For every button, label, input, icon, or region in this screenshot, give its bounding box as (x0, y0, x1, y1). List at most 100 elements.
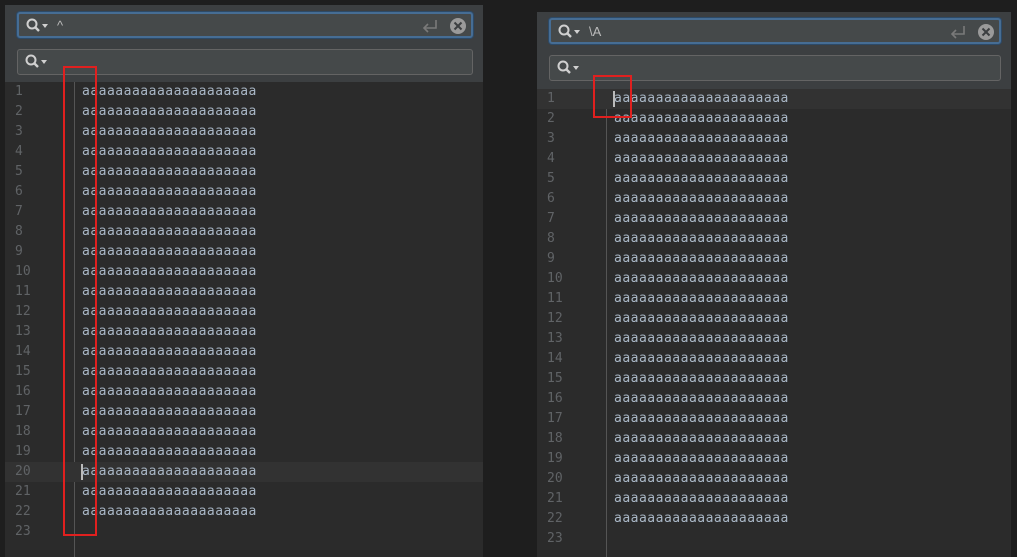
editor-line[interactable]: 19 aaaaaaaaaaaaaaaaaaaaa (537, 449, 1011, 469)
editor-line[interactable]: 15 aaaaaaaaaaaaaaaaaaaaa (5, 362, 483, 382)
line-text[interactable]: aaaaaaaaaaaaaaaaaaaaa (82, 382, 257, 402)
editor-line[interactable]: 5 aaaaaaaaaaaaaaaaaaaaa (537, 169, 1011, 189)
search-query-text[interactable]: \A (589, 22, 601, 42)
editor-line[interactable]: 18 aaaaaaaaaaaaaaaaaaaaa (5, 422, 483, 442)
enter-return-icon[interactable] (421, 18, 439, 34)
editor-line[interactable]: 21 aaaaaaaaaaaaaaaaaaaaa (537, 489, 1011, 509)
line-text[interactable]: aaaaaaaaaaaaaaaaaaaaa (614, 489, 789, 509)
line-text[interactable]: aaaaaaaaaaaaaaaaaaaaa (614, 229, 789, 249)
line-text[interactable]: aaaaaaaaaaaaaaaaaaaaa (82, 202, 257, 222)
code-editor[interactable]: 1 aaaaaaaaaaaaaaaaaaaaa 2 aaaaaaaaaaaaaaaaa… (5, 82, 483, 557)
line-text[interactable]: aaaaaaaaaaaaaaaaaaaaa (82, 302, 257, 322)
editor-line[interactable]: 20 aaaaaaaaaaaaaaaaaaaaa (5, 462, 483, 482)
line-text[interactable]: aaaaaaaaaaaaaaaaaaaaa (614, 429, 789, 449)
editor-line[interactable]: 20 aaaaaaaaaaaaaaaaaaaaa (537, 469, 1011, 489)
line-text[interactable]: aaaaaaaaaaaaaaaaaaaaa (614, 409, 789, 429)
replace-field[interactable] (17, 49, 473, 75)
search-field[interactable]: ^ (17, 12, 473, 38)
editor-line[interactable]: 12 aaaaaaaaaaaaaaaaaaaaa (537, 309, 1011, 329)
editor-line[interactable]: 16 aaaaaaaaaaaaaaaaaaaaa (5, 382, 483, 402)
editor-line[interactable]: 19 aaaaaaaaaaaaaaaaaaaaa (5, 442, 483, 462)
line-text[interactable]: aaaaaaaaaaaaaaaaaaaaa (82, 482, 257, 502)
line-text[interactable]: aaaaaaaaaaaaaaaaaaaaa (82, 342, 257, 362)
search-options-icon[interactable] (25, 17, 51, 35)
code-editor[interactable]: 1 aaaaaaaaaaaaaaaaaaaaa 2 aaaaaaaaaaaaaaaaa… (537, 89, 1011, 557)
editor-line[interactable]: 1 aaaaaaaaaaaaaaaaaaaaa (537, 89, 1011, 109)
line-text[interactable]: aaaaaaaaaaaaaaaaaaaaa (614, 469, 789, 489)
editor-line[interactable]: 23 (537, 529, 1011, 549)
editor-line[interactable]: 5 aaaaaaaaaaaaaaaaaaaaa (5, 162, 483, 182)
line-text[interactable]: aaaaaaaaaaaaaaaaaaaaa (82, 362, 257, 382)
line-text[interactable]: aaaaaaaaaaaaaaaaaaaaa (614, 369, 789, 389)
line-text[interactable]: aaaaaaaaaaaaaaaaaaaaa (82, 142, 257, 162)
editor-line[interactable]: 3 aaaaaaaaaaaaaaaaaaaaa (5, 122, 483, 142)
line-text[interactable]: aaaaaaaaaaaaaaaaaaaaa (614, 149, 789, 169)
editor-line[interactable]: 11 aaaaaaaaaaaaaaaaaaaaa (5, 282, 483, 302)
line-text[interactable]: aaaaaaaaaaaaaaaaaaaaa (614, 169, 789, 189)
editor-line[interactable]: 3 aaaaaaaaaaaaaaaaaaaaa (537, 129, 1011, 149)
line-text[interactable]: aaaaaaaaaaaaaaaaaaaaa (82, 222, 257, 242)
replace-field[interactable] (549, 55, 1001, 81)
line-text[interactable]: aaaaaaaaaaaaaaaaaaaaa (82, 282, 257, 302)
editor-line[interactable]: 11 aaaaaaaaaaaaaaaaaaaaa (537, 289, 1011, 309)
editor-line[interactable]: 10 aaaaaaaaaaaaaaaaaaaaa (537, 269, 1011, 289)
editor-line[interactable]: 23 (5, 522, 483, 542)
editor-line[interactable]: 13 aaaaaaaaaaaaaaaaaaaaa (537, 329, 1011, 349)
editor-line[interactable]: 8 aaaaaaaaaaaaaaaaaaaaa (537, 229, 1011, 249)
line-text[interactable]: aaaaaaaaaaaaaaaaaaaaa (614, 89, 789, 109)
editor-line[interactable]: 9 aaaaaaaaaaaaaaaaaaaaa (537, 249, 1011, 269)
line-text[interactable]: aaaaaaaaaaaaaaaaaaaaa (614, 209, 789, 229)
editor-line[interactable]: 14 aaaaaaaaaaaaaaaaaaaaa (537, 349, 1011, 369)
editor-line[interactable]: 17 aaaaaaaaaaaaaaaaaaaaa (5, 402, 483, 422)
editor-line[interactable]: 9 aaaaaaaaaaaaaaaaaaaaa (5, 242, 483, 262)
editor-line[interactable]: 2 aaaaaaaaaaaaaaaaaaaaa (5, 102, 483, 122)
editor-line[interactable]: 6 aaaaaaaaaaaaaaaaaaaaa (537, 189, 1011, 209)
line-text[interactable]: aaaaaaaaaaaaaaaaaaaaa (82, 502, 257, 522)
line-text[interactable]: aaaaaaaaaaaaaaaaaaaaa (614, 509, 789, 529)
editor-line[interactable]: 18 aaaaaaaaaaaaaaaaaaaaa (537, 429, 1011, 449)
line-text[interactable]: aaaaaaaaaaaaaaaaaaaaa (614, 109, 789, 129)
search-options-icon[interactable] (556, 59, 582, 77)
line-text[interactable]: aaaaaaaaaaaaaaaaaaaaa (614, 449, 789, 469)
editor-line[interactable]: 14 aaaaaaaaaaaaaaaaaaaaa (5, 342, 483, 362)
search-options-icon[interactable] (24, 53, 50, 71)
editor-line[interactable]: 7 aaaaaaaaaaaaaaaaaaaaa (537, 209, 1011, 229)
line-text[interactable]: aaaaaaaaaaaaaaaaaaaaa (82, 322, 257, 342)
editor-line[interactable]: 4 aaaaaaaaaaaaaaaaaaaaa (537, 149, 1011, 169)
line-text[interactable]: aaaaaaaaaaaaaaaaaaaaa (614, 249, 789, 269)
line-text[interactable]: aaaaaaaaaaaaaaaaaaaaa (82, 242, 257, 262)
line-text[interactable]: aaaaaaaaaaaaaaaaaaaaa (82, 442, 257, 462)
editor-line[interactable]: 15 aaaaaaaaaaaaaaaaaaaaa (537, 369, 1011, 389)
editor-line[interactable]: 12 aaaaaaaaaaaaaaaaaaaaa (5, 302, 483, 322)
line-text[interactable]: aaaaaaaaaaaaaaaaaaaaa (82, 162, 257, 182)
editor-line[interactable]: 21 aaaaaaaaaaaaaaaaaaaaa (5, 482, 483, 502)
line-text[interactable]: aaaaaaaaaaaaaaaaaaaaa (614, 309, 789, 329)
clear-circle-icon[interactable] (977, 23, 995, 41)
line-text[interactable]: aaaaaaaaaaaaaaaaaaaaa (614, 129, 789, 149)
search-options-icon[interactable] (557, 23, 583, 41)
editor-line[interactable]: 22 aaaaaaaaaaaaaaaaaaaaa (5, 502, 483, 522)
line-text[interactable]: aaaaaaaaaaaaaaaaaaaaa (614, 389, 789, 409)
line-text[interactable]: aaaaaaaaaaaaaaaaaaaaa (82, 102, 257, 122)
line-text[interactable]: aaaaaaaaaaaaaaaaaaaaa (82, 82, 257, 102)
editor-line[interactable]: 4 aaaaaaaaaaaaaaaaaaaaa (5, 142, 483, 162)
editor-line[interactable]: 2 aaaaaaaaaaaaaaaaaaaaa (537, 109, 1011, 129)
line-text[interactable]: aaaaaaaaaaaaaaaaaaaaa (82, 402, 257, 422)
editor-line[interactable]: 10 aaaaaaaaaaaaaaaaaaaaa (5, 262, 483, 282)
line-text[interactable]: aaaaaaaaaaaaaaaaaaaaa (82, 182, 257, 202)
line-text[interactable]: aaaaaaaaaaaaaaaaaaaaa (614, 189, 789, 209)
line-text[interactable]: aaaaaaaaaaaaaaaaaaaaa (614, 289, 789, 309)
editor-line[interactable]: 7 aaaaaaaaaaaaaaaaaaaaa (5, 202, 483, 222)
editor-line[interactable]: 13 aaaaaaaaaaaaaaaaaaaaa (5, 322, 483, 342)
line-text[interactable]: aaaaaaaaaaaaaaaaaaaaa (82, 462, 257, 482)
line-text[interactable]: aaaaaaaaaaaaaaaaaaaaa (614, 349, 789, 369)
editor-line[interactable]: 6 aaaaaaaaaaaaaaaaaaaaa (5, 182, 483, 202)
editor-line[interactable]: 22 aaaaaaaaaaaaaaaaaaaaa (537, 509, 1011, 529)
enter-return-icon[interactable] (949, 24, 967, 40)
line-text[interactable]: aaaaaaaaaaaaaaaaaaaaa (82, 262, 257, 282)
line-text[interactable]: aaaaaaaaaaaaaaaaaaaaa (82, 122, 257, 142)
line-text[interactable]: aaaaaaaaaaaaaaaaaaaaa (82, 422, 257, 442)
search-field[interactable]: \A (549, 18, 1001, 44)
editor-line[interactable]: 16 aaaaaaaaaaaaaaaaaaaaa (537, 389, 1011, 409)
editor-line[interactable]: 17 aaaaaaaaaaaaaaaaaaaaa (537, 409, 1011, 429)
